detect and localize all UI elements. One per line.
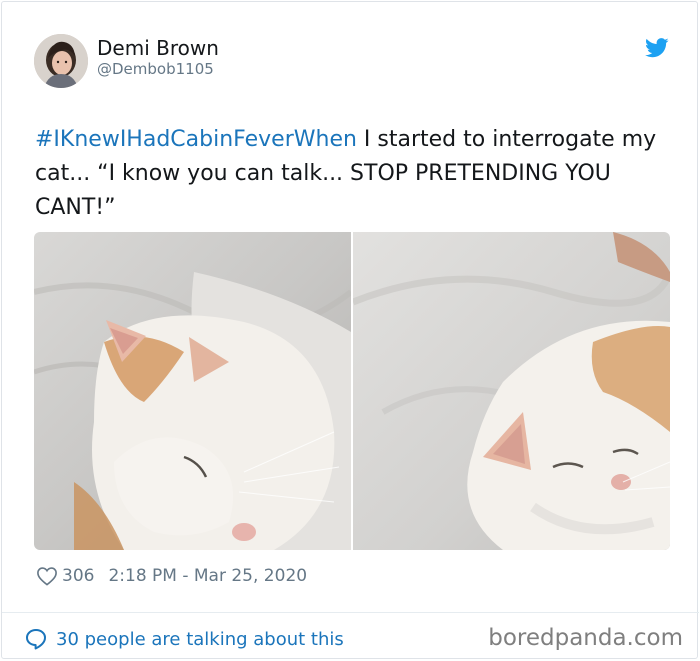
avatar[interactable] <box>34 34 88 88</box>
tweet-text: #IKnewIHadCabinFeverWhen I started to in… <box>35 123 675 225</box>
cat-photo-right[interactable] <box>353 232 670 550</box>
hashtag-link[interactable]: #IKnewIHadCabinFeverWhen <box>35 127 357 152</box>
tweet-timestamp[interactable]: 2:18 PM - Mar 25, 2020 <box>108 566 307 586</box>
like-count: 306 <box>62 566 95 586</box>
cat-photo-left[interactable] <box>34 232 351 550</box>
watermark: boredpanda.com <box>488 625 683 651</box>
photo-grid <box>34 232 670 550</box>
author-handle[interactable]: @Dembob1105 <box>97 60 214 78</box>
footer-divider <box>2 612 699 613</box>
conversation-label: 30 people are talking about this <box>56 628 344 650</box>
author-name[interactable]: Demi Brown <box>97 36 219 60</box>
conversation-link[interactable]: 30 people are talking about this <box>24 626 344 652</box>
speech-bubble-icon <box>26 629 46 650</box>
heart-icon[interactable] <box>36 566 58 586</box>
tweet-card: Demi Brown @Dembob1105 #IKnewIHadCabinFe… <box>1 1 699 659</box>
tweet-meta: 306 2:18 PM - Mar 25, 2020 <box>36 564 307 588</box>
twitter-bird-icon[interactable] <box>645 38 669 58</box>
